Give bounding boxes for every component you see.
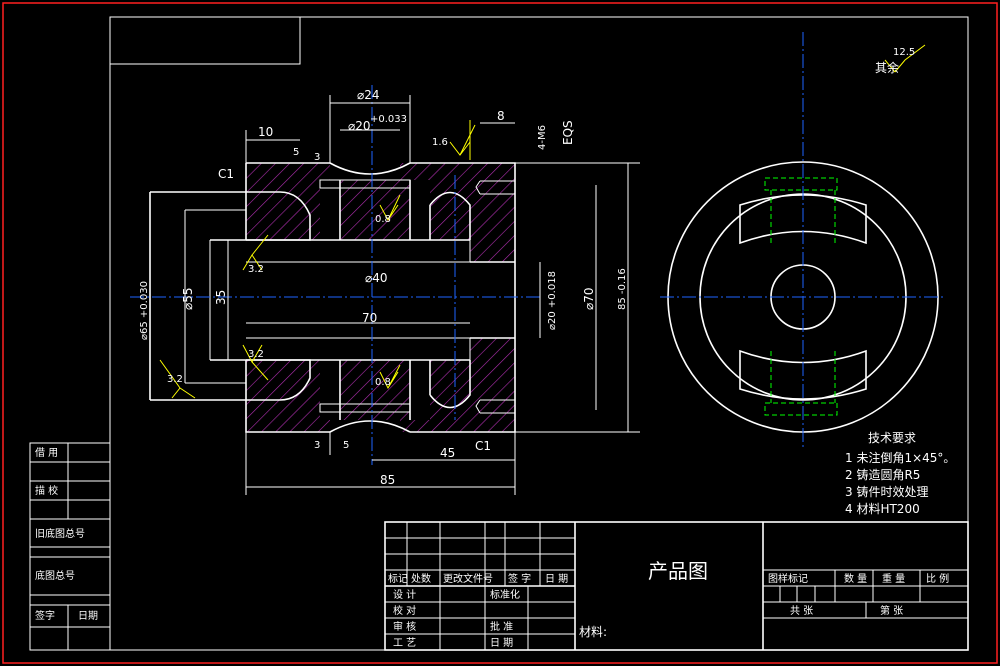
rough-global-value: 12.5 (893, 47, 915, 58)
corner-box (109, 16, 301, 65)
strip-row-5: 日期 (78, 610, 98, 622)
sign-3-a: 工 艺 (393, 637, 416, 649)
rough-mark-0: 3.2 (167, 374, 183, 385)
inner-frame (109, 16, 969, 651)
dim-c1-top: C1 (218, 167, 234, 181)
dim-v70: 70 (362, 311, 377, 325)
strip-row-3: 底图总号 (35, 569, 75, 582)
dim-d40: ⌀40 (365, 271, 388, 285)
cad-drawing: 借 用 描 校 旧底图总号 底图总号 签字 日期 ⌀24 ⌀20 +0.033 … (2, 2, 998, 664)
sign-2-b: 批 准 (490, 620, 513, 633)
rev-h2: 更改文件号 (443, 572, 493, 585)
left-strip: 借 用 描 校 旧底图总号 底图总号 签字 日期 (29, 442, 111, 651)
dim-w85: 85 (380, 473, 395, 487)
dim-d20-tol-sup: +0.033 (370, 114, 407, 125)
rev-h3: 签 字 (508, 572, 531, 585)
rough-mark-4: 0.8 (375, 377, 391, 388)
tech-requirements: 技术要求 1 未注倒角1×45°。 2 铸造圆角R5 3 铸件时效处理 4 材料… (845, 431, 955, 516)
tech-item-1: 2 铸造圆角R5 (845, 467, 920, 482)
end-view (660, 32, 945, 450)
strip-row-2: 旧底图总号 (35, 527, 85, 540)
rough-mark-3: 0.8 (375, 214, 391, 225)
dim-v85-right: 85 -0.16 (617, 268, 628, 310)
rh-1: 数 量 (844, 572, 867, 585)
dim-d55: ⌀55 (181, 288, 195, 311)
sign-0-a: 设 计 (393, 588, 416, 601)
dim-m6: 4-M6 (537, 125, 548, 150)
tech-item-0: 1 未注倒角1×45°。 (845, 450, 955, 465)
rev-h0: 标记 (388, 573, 408, 585)
dim-eqs: EQS (561, 120, 575, 145)
rough-mark-2: 3.2 (248, 349, 264, 360)
rh-2: 重 量 (882, 572, 905, 585)
sign-0-b: 标准化 (490, 588, 520, 601)
dim-d24: ⌀24 (357, 88, 380, 102)
rev-h1: 处数 (411, 572, 431, 585)
dim-c1-bottom: C1 (475, 439, 491, 453)
rh-0: 图样标记 (768, 572, 808, 585)
material-label: 材料: (579, 625, 607, 639)
sign-1-a: 校 对 (393, 604, 416, 617)
rough-mark-5: 1.6 (432, 137, 448, 148)
sheet-no: 第 张 (880, 604, 903, 617)
outer-frame (2, 2, 998, 664)
dim-w45: 45 (440, 446, 455, 460)
title-block: 产品图 材料: 标记 处数 更改文件号 签 字 日 期 设 计 标准化 校 对 … (384, 521, 969, 651)
rev-h4: 日 期 (545, 573, 568, 585)
dim-w10: 10 (258, 125, 273, 139)
dim-w5-bot: 5 (343, 440, 349, 451)
dim-v35: 35 (214, 290, 228, 305)
rh-3: 比 例 (926, 572, 949, 585)
strip-row-4: 签字 (35, 609, 55, 622)
tech-item-3: 4 材料HT200 (845, 502, 920, 516)
dim-d20-tol: ⌀20 (348, 119, 371, 133)
strip-row-0: 借 用 (35, 447, 58, 459)
dim-w3-top: 3 (314, 152, 320, 163)
rough-global-label: 其余 (875, 60, 899, 75)
tech-item-2: 3 铸件时效处理 (845, 484, 928, 499)
dim-w8: 8 (497, 109, 505, 123)
dim-d65: ⌀65 +0.030 (139, 281, 150, 340)
strip-row-1: 描 校 (35, 484, 58, 497)
tech-title: 技术要求 (868, 431, 916, 445)
rough-mark-1: 3.2 (248, 264, 264, 275)
sheet-total: 共 张 (790, 605, 813, 617)
dim-d20-mid: ⌀20 +0.018 (547, 271, 558, 330)
sign-3-b: 日 期 (490, 637, 513, 649)
sign-2-a: 审 核 (393, 620, 416, 633)
dim-w5-top: 5 (293, 147, 299, 158)
drawing-name: 产品图 (648, 559, 708, 583)
section-view (130, 85, 540, 465)
dim-w3-bot: 3 (314, 440, 320, 451)
dim-d70: ⌀70 (582, 288, 596, 311)
